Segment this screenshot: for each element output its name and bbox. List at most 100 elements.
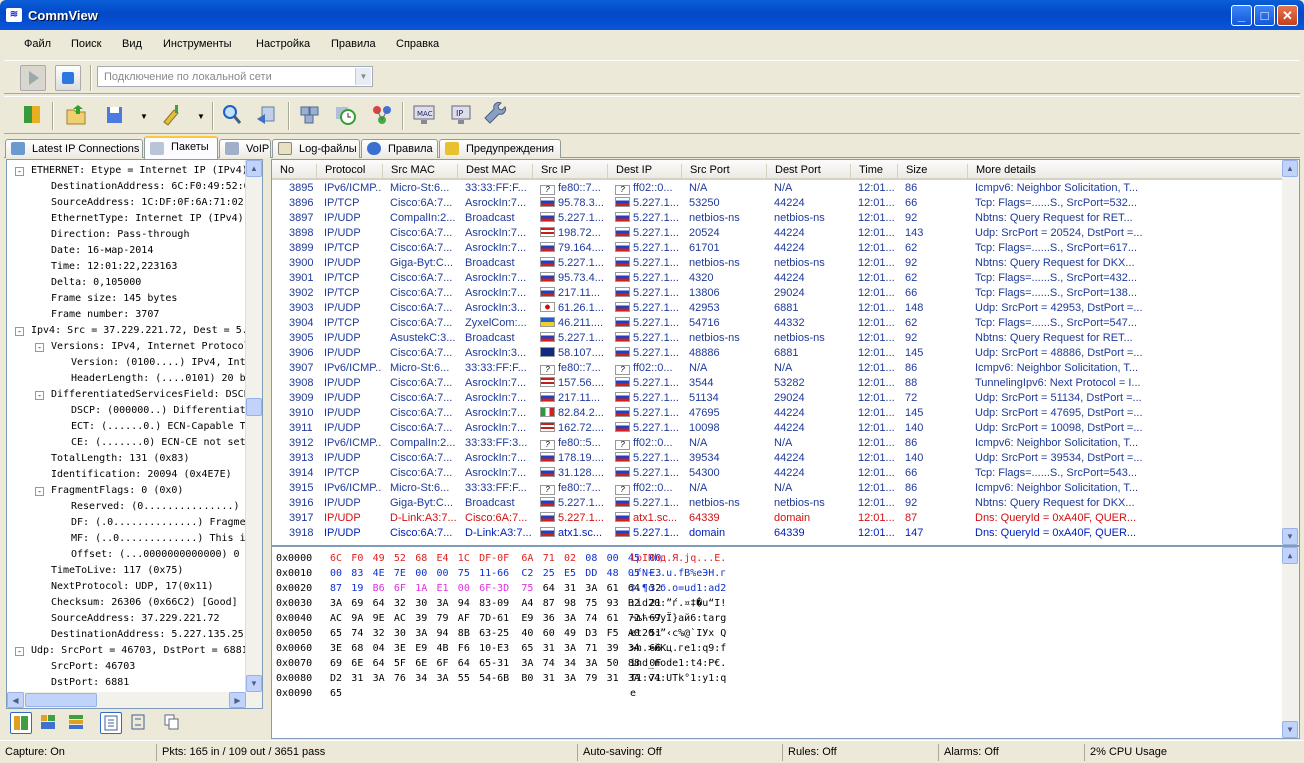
tree-node[interactable]: DestinationAddress: 6C:F0:49:52:68:E4 bbox=[51, 179, 247, 195]
hex-byte[interactable]: 64 bbox=[373, 656, 385, 671]
column-header[interactable]: Protocol bbox=[316, 164, 365, 178]
hex-byte[interactable]: 48 bbox=[607, 566, 619, 581]
hex-byte[interactable]: E1 bbox=[437, 581, 449, 596]
minimize-icon[interactable]: _ bbox=[1231, 5, 1252, 26]
column-header[interactable]: No bbox=[272, 164, 294, 178]
packet-row[interactable]: 3910 IP/UDP Cisco:6A:7... AsrockIn:7... 82.8… bbox=[272, 406, 1283, 421]
tree-node[interactable]: DifferentiatedServicesField: DSCP: 0, EC… bbox=[51, 387, 247, 403]
tree-node[interactable]: Time: 12:01:22,223163 bbox=[51, 259, 177, 275]
hex-byte[interactable]: 4E bbox=[373, 566, 385, 581]
hex-byte[interactable]: F6 bbox=[458, 641, 470, 656]
hex-byte[interactable]: 3A bbox=[437, 671, 449, 686]
hex-byte[interactable]: 49 bbox=[564, 626, 576, 641]
hex-byte[interactable]: D3 bbox=[585, 626, 597, 641]
hex-byte[interactable]: 3E bbox=[394, 641, 406, 656]
tree-node[interactable]: Offset: (...0000000000000) 0 bbox=[71, 547, 240, 563]
hex-byte[interactable]: 30 bbox=[394, 626, 406, 641]
adapter-select[interactable]: Подключение по локальной сети ▼ bbox=[97, 66, 373, 87]
hex-byte[interactable]: E9 bbox=[521, 611, 533, 626]
menu-file[interactable]: Файл bbox=[24, 38, 51, 50]
copy-button[interactable] bbox=[162, 712, 184, 734]
packet-row[interactable]: 3914 IP/TCP Cisco:6A:7... AsrockIn:7... 31.1… bbox=[272, 466, 1283, 481]
hex-byte[interactable]: A4 bbox=[521, 596, 533, 611]
scroll-up-icon[interactable]: ▲ bbox=[1282, 547, 1298, 564]
scroll-up-icon[interactable]: ▲ bbox=[246, 160, 262, 177]
hex-byte[interactable]: 34 bbox=[564, 656, 576, 671]
tree-expand-toggle[interactable]: - bbox=[35, 487, 44, 496]
packet-row[interactable]: 3911 IP/UDP Cisco:6A:7... AsrockIn:7... 162.… bbox=[272, 421, 1283, 436]
hex-byte[interactable]: 98 bbox=[564, 596, 576, 611]
tree-node[interactable]: Delta: 0,105000 bbox=[51, 275, 141, 291]
hex-byte[interactable]: B0 bbox=[521, 671, 533, 686]
hex-byte[interactable]: 6E bbox=[415, 656, 427, 671]
scheduler-button[interactable] bbox=[333, 102, 359, 128]
packet-list-scrollbar[interactable]: ▲ ▼ bbox=[1282, 160, 1299, 545]
tree-node[interactable]: DF: (.0..............) Fragment if neces… bbox=[71, 515, 247, 531]
hex-byte[interactable]: 00 bbox=[607, 551, 619, 566]
hex-byte[interactable]: 83 bbox=[351, 566, 363, 581]
hex-byte[interactable]: 31 bbox=[564, 581, 576, 596]
packet-row[interactable]: 3902 IP/TCP Cisco:6A:7... AsrockIn:7... 217.… bbox=[272, 286, 1283, 301]
hex-byte[interactable]: 65 bbox=[521, 641, 533, 656]
hex-byte[interactable]: 1A bbox=[415, 581, 427, 596]
tab-voip[interactable]: VoIP bbox=[219, 139, 271, 158]
menu-search[interactable]: Поиск bbox=[71, 38, 101, 50]
tree-node[interactable]: Frame number: 3707 bbox=[51, 307, 159, 323]
hex-byte[interactable]: 31 bbox=[543, 641, 555, 656]
tree-node[interactable]: TimeToLive: 117 (0x75) bbox=[51, 563, 183, 579]
layout-horizontal-button[interactable] bbox=[66, 712, 88, 734]
packet-generator-button[interactable] bbox=[254, 102, 280, 128]
chevron-down-icon[interactable]: ▼ bbox=[140, 112, 148, 121]
hex-byte[interactable]: 87 bbox=[330, 581, 342, 596]
packet-row[interactable]: 3900 IP/UDP Giga-Byt:C... Broadcast 5.227.1.… bbox=[272, 256, 1283, 271]
hex-byte[interactable]: 31 bbox=[607, 671, 619, 686]
scroll-down-icon[interactable]: ▼ bbox=[246, 675, 262, 692]
hex-byte[interactable]: 65 bbox=[330, 626, 342, 641]
packet-row[interactable]: 3917 IP/UDP D-Link:A3:7... Cisco:6A:7... 5.2… bbox=[272, 511, 1283, 526]
tab-alerts[interactable]: Предупреждения bbox=[439, 139, 561, 158]
hex-byte[interactable]: 25 bbox=[543, 566, 555, 581]
hex-byte[interactable]: 11-66 bbox=[479, 566, 509, 581]
tree-node[interactable]: ETHERNET: Etype = Internet IP (IPv4) bbox=[31, 163, 247, 179]
chevron-down-icon[interactable]: ▼ bbox=[355, 68, 371, 85]
tree-node[interactable]: Ipv4: Src = 37.229.221.72, Dest = 5.227.… bbox=[31, 323, 247, 339]
hex-byte[interactable]: 64 bbox=[543, 581, 555, 596]
tree-expand-toggle[interactable]: - bbox=[35, 391, 44, 400]
hex-byte[interactable]: 3A bbox=[564, 671, 576, 686]
tree-node[interactable]: Date: 16-мар-2014 bbox=[51, 243, 153, 259]
hex-byte[interactable]: 6E bbox=[351, 656, 363, 671]
hex-byte[interactable]: 54-6B bbox=[479, 671, 509, 686]
scroll-down-icon[interactable]: ▼ bbox=[1282, 721, 1298, 738]
hex-byte[interactable]: 31 bbox=[543, 671, 555, 686]
hex-byte[interactable]: 76 bbox=[394, 671, 406, 686]
column-header[interactable]: Dest MAC bbox=[457, 164, 516, 178]
maximize-icon[interactable]: □ bbox=[1254, 5, 1275, 26]
scroll-thumb[interactable] bbox=[25, 693, 97, 707]
tab-packets[interactable]: Пакеты bbox=[144, 136, 218, 159]
ip-alias-button[interactable]: IP bbox=[448, 102, 474, 128]
open-button[interactable] bbox=[64, 102, 90, 128]
tree-node[interactable]: MF: (..0.............) This is the last … bbox=[71, 531, 247, 547]
hex-byte[interactable]: 39 bbox=[415, 611, 427, 626]
packet-row[interactable]: 3913 IP/UDP Cisco:6A:7... AsrockIn:7... 178.… bbox=[272, 451, 1283, 466]
hex-byte[interactable]: 74 bbox=[351, 626, 363, 641]
reconstruct-button[interactable] bbox=[297, 102, 323, 128]
hex-byte[interactable]: E4 bbox=[437, 551, 449, 566]
hex-byte[interactable]: 02 bbox=[564, 551, 576, 566]
scroll-down-icon[interactable]: ▼ bbox=[1282, 528, 1298, 545]
tree-node[interactable]: ECT: (......0.) ECN-Capable Transport no… bbox=[71, 419, 247, 435]
hex-byte[interactable]: DF-0F bbox=[479, 551, 509, 566]
menu-rules[interactable]: Правила bbox=[331, 38, 376, 50]
hex-byte[interactable]: 68 bbox=[415, 551, 427, 566]
tree-horizontal-scrollbar[interactable]: ◀ ▶ bbox=[6, 692, 263, 709]
packet-row[interactable]: 3901 IP/TCP Cisco:6A:7... AsrockIn:7... 95.7… bbox=[272, 271, 1283, 286]
hex-byte[interactable]: 6F-3D bbox=[479, 581, 509, 596]
collapse-all-button[interactable] bbox=[128, 712, 150, 734]
chevron-down-icon[interactable]: ▼ bbox=[197, 112, 205, 121]
stop-capture-button[interactable] bbox=[55, 65, 81, 91]
menu-view[interactable]: Вид bbox=[122, 38, 142, 50]
hex-byte[interactable]: 7D-61 bbox=[479, 611, 509, 626]
hex-byte[interactable]: 3A bbox=[373, 671, 385, 686]
hex-byte[interactable]: 94 bbox=[458, 596, 470, 611]
scroll-up-icon[interactable]: ▲ bbox=[1282, 160, 1298, 177]
